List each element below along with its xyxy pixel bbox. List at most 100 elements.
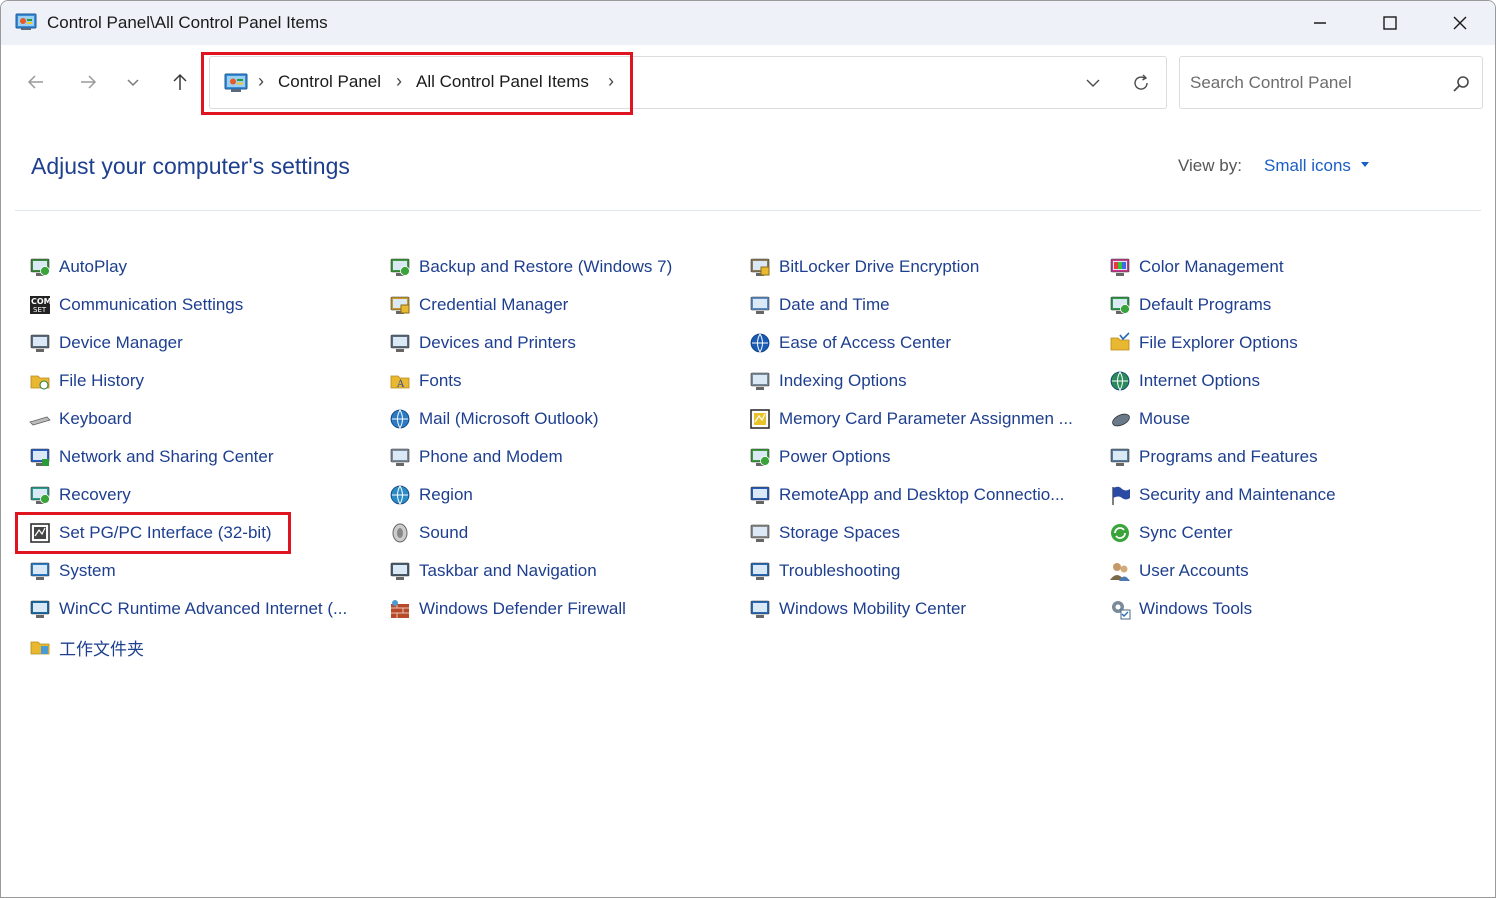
window-title: Control Panel\All Control Panel Items <box>47 13 328 32</box>
breadcrumb-separator-icon[interactable]: › <box>608 71 614 92</box>
svg-text:A: A <box>396 379 405 390</box>
item-file-explorer-options[interactable]: File Explorer Options <box>1109 329 1298 357</box>
navigation-bar: › Control Panel › All Control Panel Item… <box>1 45 1495 121</box>
address-bar[interactable]: › Control Panel › All Control Panel Item… <box>209 56 1167 109</box>
autoplay-icon <box>29 256 51 278</box>
credential-icon <box>389 294 411 316</box>
item-windows-mobility-center[interactable]: Windows Mobility Center <box>749 595 966 623</box>
refresh-button[interactable] <box>1124 67 1158 99</box>
item-credential-manager[interactable]: Credential Manager <box>389 291 568 319</box>
item-user-accounts[interactable]: User Accounts <box>1109 557 1249 585</box>
item-label: Mail (Microsoft Outlook) <box>419 409 599 428</box>
search-input[interactable] <box>1190 71 1440 95</box>
item-ease-of-access-center[interactable]: Ease of Access Center <box>749 329 951 357</box>
item-keyboard[interactable]: Keyboard <box>29 405 132 433</box>
item-default-programs[interactable]: Default Programs <box>1109 291 1271 319</box>
address-history-button[interactable] <box>1076 67 1110 99</box>
item-internet-options[interactable]: Internet Options <box>1109 367 1260 395</box>
item-label: 工作文件夹 <box>59 639 144 659</box>
maximize-button[interactable] <box>1355 1 1425 45</box>
recovery-icon <box>29 484 51 506</box>
item-wincc-runtime-advanced-internet[interactable]: WinCC Runtime Advanced Internet (... <box>29 595 347 623</box>
item-troubleshooting[interactable]: Troubleshooting <box>749 557 900 585</box>
search-icon[interactable] <box>1450 73 1472 95</box>
item-devices-and-printers[interactable]: Devices and Printers <box>389 329 576 357</box>
breadcrumb-separator-icon[interactable]: › <box>258 71 264 92</box>
item-storage-spaces[interactable]: Storage Spaces <box>749 519 900 547</box>
memory-card-icon <box>749 408 771 430</box>
item-backup-and-restore-windows-7[interactable]: Backup and Restore (Windows 7) <box>389 253 672 281</box>
item-label: Power Options <box>779 447 891 466</box>
item-label: System <box>59 561 116 580</box>
item-autoplay[interactable]: AutoPlay <box>29 253 127 281</box>
item-region[interactable]: Region <box>389 481 473 509</box>
item-label: File Explorer Options <box>1139 333 1298 352</box>
chevron-down-icon <box>1086 79 1100 87</box>
breadcrumb-control-panel[interactable]: Control Panel <box>278 72 381 92</box>
printer-icon <box>389 332 411 354</box>
item-set-pg-pc-interface-32-bit[interactable]: Set PG/PC Interface (32-bit) <box>29 519 272 547</box>
item-communication-settings[interactable]: COM SET Communication Settings <box>29 291 243 319</box>
item-label: Communication Settings <box>59 295 244 314</box>
item-fonts[interactable]: A Fonts <box>389 367 462 395</box>
item-power-options[interactable]: Power Options <box>749 443 891 471</box>
item-sync-center[interactable]: Sync Center <box>1109 519 1233 547</box>
mouse-icon <box>1109 408 1131 430</box>
item-label: Recovery <box>59 485 131 504</box>
item-color-management[interactable]: Color Management <box>1109 253 1284 281</box>
breadcrumb-separator-icon[interactable]: › <box>396 71 402 92</box>
item-mouse[interactable]: Mouse <box>1109 405 1190 433</box>
close-button[interactable] <box>1425 1 1495 45</box>
item-taskbar-and-navigation[interactable]: Taskbar and Navigation <box>389 557 597 585</box>
troubleshooting-icon <box>749 560 771 582</box>
dropdown-caret-icon[interactable] <box>1361 162 1369 167</box>
item-work-folders[interactable]: 工作文件夹 <box>29 633 144 661</box>
item-label: Windows Defender Firewall <box>419 599 626 618</box>
recent-locations-button[interactable] <box>116 65 150 99</box>
up-button[interactable] <box>163 65 197 99</box>
default-programs-icon <box>1109 294 1131 316</box>
view-by-dropdown[interactable]: Small icons <box>1264 156 1351 176</box>
item-windows-tools[interactable]: Windows Tools <box>1109 595 1252 623</box>
minimize-icon <box>1314 22 1326 24</box>
item-device-manager[interactable]: Device Manager <box>29 329 183 357</box>
backup-icon <box>389 256 411 278</box>
minimize-button[interactable] <box>1285 1 1355 45</box>
item-label: Taskbar and Navigation <box>419 561 597 580</box>
item-label: Troubleshooting <box>779 561 901 580</box>
power-icon <box>749 446 771 468</box>
item-label: Network and Sharing Center <box>59 447 274 466</box>
item-bitlocker-drive-encryption[interactable]: BitLocker Drive Encryption <box>749 253 979 281</box>
item-phone-and-modem[interactable]: Phone and Modem <box>389 443 563 471</box>
sound-icon <box>389 522 411 544</box>
file-history-icon <box>29 370 51 392</box>
item-label: Security and Maintenance <box>1139 485 1336 504</box>
item-mail-microsoft-outlook[interactable]: Mail (Microsoft Outlook) <box>389 405 598 433</box>
item-label: Fonts <box>419 371 462 390</box>
item-system[interactable]: System <box>29 557 116 585</box>
forward-button[interactable] <box>71 65 105 99</box>
region-icon <box>389 484 411 506</box>
item-recovery[interactable]: Recovery <box>29 481 131 509</box>
item-memory-card-parameter-assignmen[interactable]: Memory Card Parameter Assignmen ... <box>749 405 1073 433</box>
item-network-and-sharing-center[interactable]: Network and Sharing Center <box>29 443 274 471</box>
item-label: Windows Tools <box>1139 599 1253 618</box>
item-label: Memory Card Parameter Assignmen ... <box>779 409 1073 428</box>
page-title: Adjust your computer's settings <box>31 153 350 179</box>
work-folders-icon <box>29 636 51 658</box>
item-label: Phone and Modem <box>419 447 563 466</box>
search-box[interactable] <box>1179 56 1483 109</box>
item-remoteapp-and-desktop-connectio[interactable]: RemoteApp and Desktop Connectio... <box>749 481 1064 509</box>
breadcrumb-all-items[interactable]: All Control Panel Items <box>416 72 589 92</box>
sync-center-icon <box>1109 522 1131 544</box>
item-label: Storage Spaces <box>779 523 900 542</box>
item-sound[interactable]: Sound <box>389 519 468 547</box>
back-button[interactable] <box>19 65 53 99</box>
item-windows-defender-firewall[interactable]: Windows Defender Firewall <box>389 595 626 623</box>
item-indexing-options[interactable]: Indexing Options <box>749 367 907 395</box>
date-time-icon <box>749 294 771 316</box>
item-security-and-maintenance[interactable]: Security and Maintenance <box>1109 481 1336 509</box>
item-file-history[interactable]: File History <box>29 367 144 395</box>
item-date-and-time[interactable]: Date and Time <box>749 291 890 319</box>
item-programs-and-features[interactable]: Programs and Features <box>1109 443 1318 471</box>
